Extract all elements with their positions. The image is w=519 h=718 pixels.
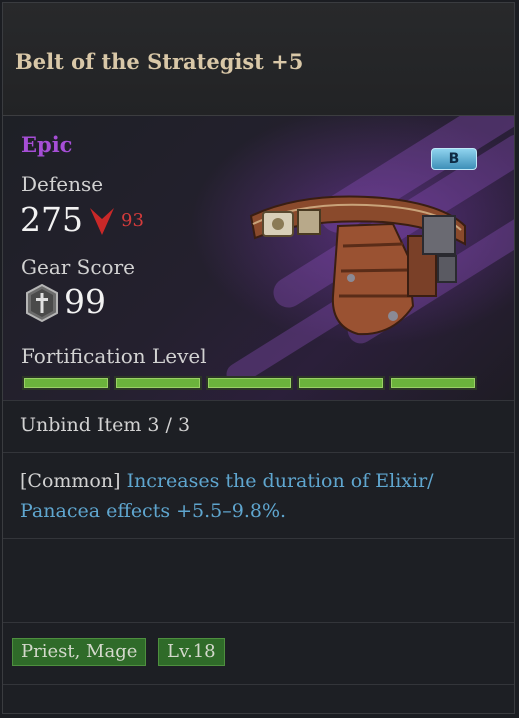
effect-prefix: [Common] — [20, 470, 121, 492]
defense-diff: 93 — [121, 210, 144, 231]
defense-value: 275 — [20, 200, 83, 239]
item-name: Belt of the Strategist +5 — [15, 49, 304, 74]
down-arrow-icon — [90, 208, 114, 235]
level-requirement-tag: Lv.18 — [158, 638, 225, 666]
belt-item-image — [249, 195, 466, 336]
fortification-label: Fortification Level — [21, 344, 207, 368]
item-effect: [Common] Increases the duration of Elixi… — [20, 466, 500, 526]
gear-score-label: Gear Score — [21, 255, 135, 279]
divider — [3, 684, 514, 685]
fortification-segment — [113, 376, 202, 390]
divider — [3, 622, 514, 623]
unbind-text: Unbind Item 3 / 3 — [20, 414, 191, 436]
tooltip-header: Belt of the Strategist +5 — [3, 3, 514, 116]
fortification-segment — [205, 376, 294, 390]
grade-badge: B — [431, 148, 477, 170]
gear-score-value: 99 — [64, 282, 106, 321]
fortification-segment — [22, 376, 110, 390]
fortification-bar — [22, 376, 477, 390]
gear-score-shield-icon — [26, 284, 58, 322]
divider — [3, 452, 514, 453]
defense-label: Defense — [21, 172, 104, 196]
class-requirement-tag: Priest, Mage — [12, 638, 147, 666]
item-hero-panel: Epic B Defense 275 93 Gear Score 99 Fort… — [3, 116, 514, 400]
fortification-segment — [389, 376, 477, 390]
item-rarity: Epic — [21, 132, 73, 157]
fortification-segment — [297, 376, 386, 390]
divider — [3, 538, 514, 539]
divider — [3, 400, 514, 401]
